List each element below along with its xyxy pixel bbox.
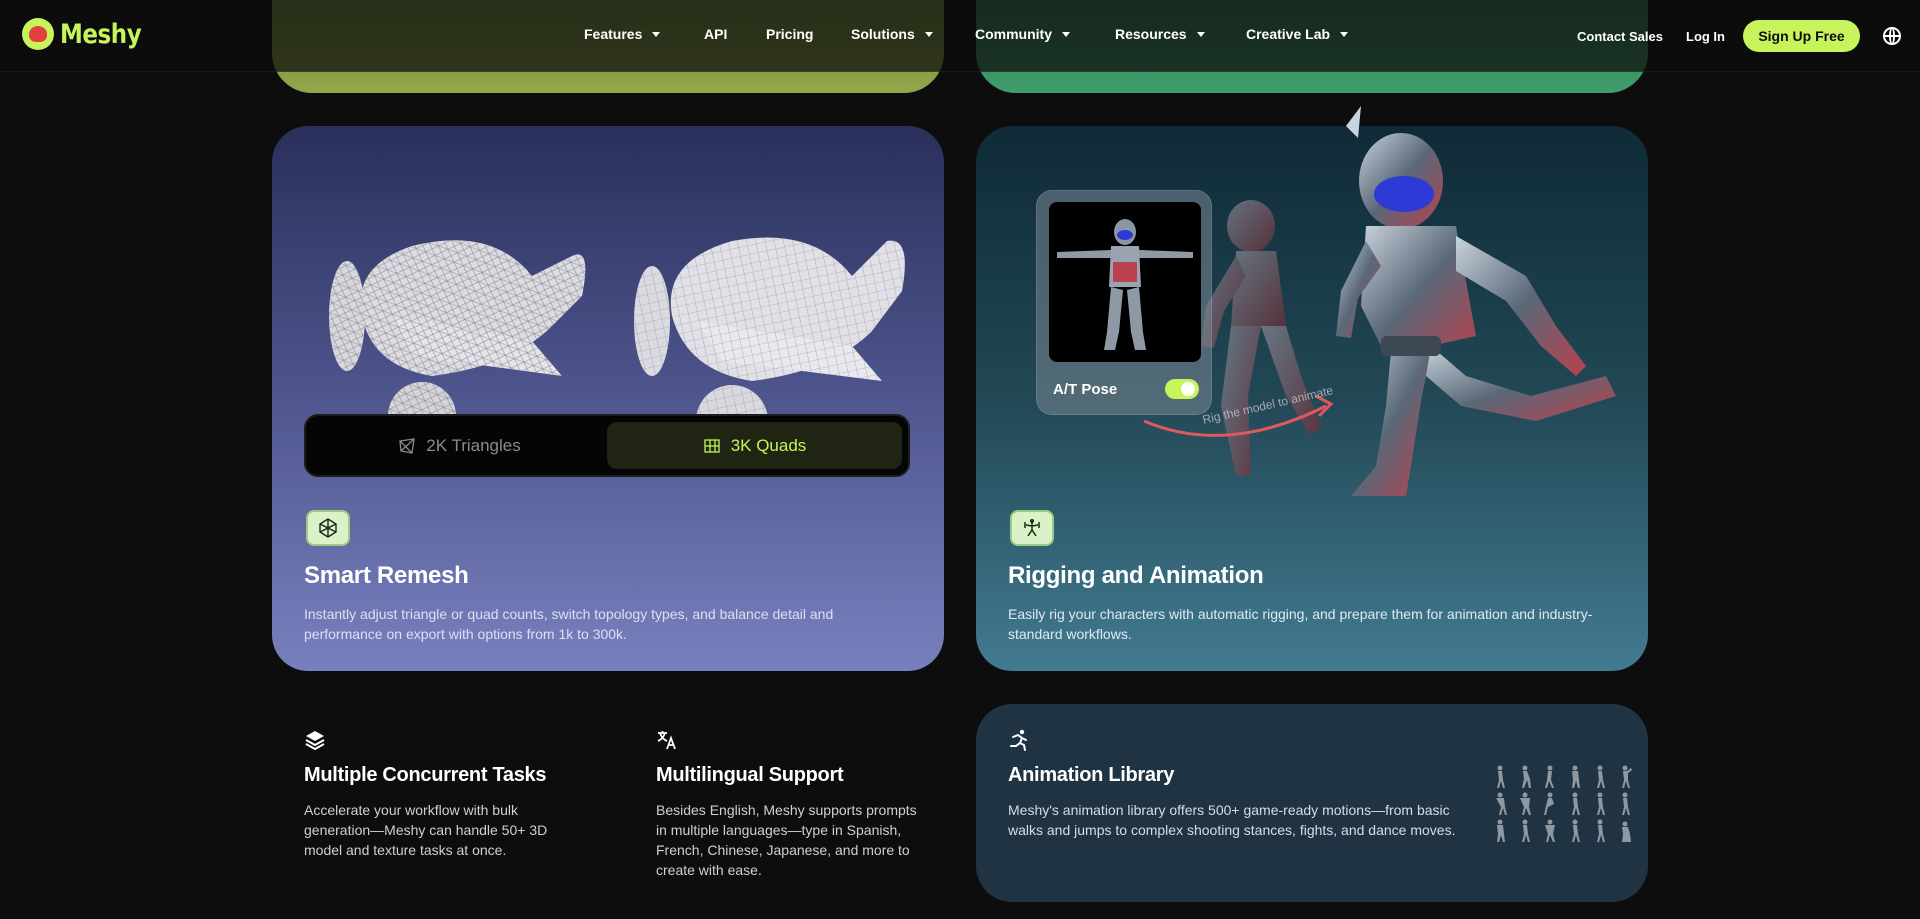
rigging-icon xyxy=(1010,510,1054,546)
smart-remesh-card: 2K Triangles 3K Quads Smart Remesh Insta… xyxy=(272,126,944,671)
layers-icon xyxy=(305,731,325,751)
quads-option[interactable]: 3K Quads xyxy=(607,422,902,469)
pose-toggle-switch[interactable] xyxy=(1165,379,1199,399)
contact-sales-link[interactable]: Contact Sales xyxy=(1577,29,1663,44)
translate-icon xyxy=(657,731,676,750)
nav-item-api[interactable]: API xyxy=(704,26,727,42)
nav-item-pricing[interactable]: Pricing xyxy=(766,26,813,42)
chevron-down-icon xyxy=(652,31,661,37)
animated-robot-illustration xyxy=(1143,106,1616,496)
nav-item-label: API xyxy=(704,26,728,42)
quad-mesh-icon xyxy=(704,438,720,453)
nav-item-label: Creative Lab xyxy=(1246,26,1331,42)
nav-item-label: Pricing xyxy=(766,26,814,42)
quads-label: 3K Quads xyxy=(730,435,807,455)
chevron-down-icon xyxy=(1196,31,1205,37)
animation-library-card: Animation Library Meshy's animation libr… xyxy=(976,704,1648,902)
feature-title: Multilingual Support xyxy=(656,764,844,786)
triangles-option[interactable]: 2K Triangles xyxy=(312,422,607,469)
card-description: Meshy's animation library offers 500+ ga… xyxy=(1008,802,1456,838)
feature-description: Accelerate your workflow with bulk gener… xyxy=(304,802,548,858)
animation-poses-grid xyxy=(1496,765,1632,842)
nav-item-label: Features xyxy=(584,26,643,42)
pose-toggle-label: A/T Pose xyxy=(1053,381,1118,398)
nav-item-solutions[interactable]: Solutions xyxy=(851,26,933,42)
nav-item-resources[interactable]: Resources xyxy=(1115,26,1205,42)
chevron-down-icon xyxy=(1062,31,1070,37)
log-in-link[interactable]: Log In xyxy=(1686,29,1725,44)
card-title: Rigging and Animation xyxy=(1008,562,1264,589)
top-navigation: Meshy Features API Pricing Solutions Com… xyxy=(0,0,1920,72)
running-icon xyxy=(1010,729,1027,751)
feature-title: Multiple Concurrent Tasks xyxy=(304,764,547,786)
t-pose-robot-icon xyxy=(1057,219,1193,350)
triangle-mesh-icon xyxy=(399,437,416,454)
topology-toggle: 2K Triangles 3K Quads xyxy=(304,414,910,477)
pose-figure xyxy=(1497,765,1505,788)
triangles-label: 2K Triangles xyxy=(426,435,521,455)
card-description: Instantly adjust triangle or quad counts… xyxy=(304,606,834,642)
t-pose-preview xyxy=(1049,202,1201,362)
nav-item-label: Community xyxy=(975,26,1052,42)
nav-item-label: Resources xyxy=(1115,26,1187,42)
nav-item-community[interactable]: Community xyxy=(975,26,1070,42)
chevron-down-icon xyxy=(924,31,933,37)
chevron-down-icon xyxy=(1340,31,1349,37)
rigging-animation-card: Rig the model to animate A/T Pose Riggin… xyxy=(976,106,1648,671)
globe-icon[interactable] xyxy=(1883,27,1901,45)
card-title: Smart Remesh xyxy=(304,562,469,589)
pose-preview-panel: A/T Pose xyxy=(1036,190,1212,415)
sign-up-button[interactable]: Sign Up Free xyxy=(1743,20,1860,52)
card-description: Easily rig your characters with automati… xyxy=(1008,606,1593,642)
feature-description: Besides English, Meshy supports prompts … xyxy=(656,802,917,878)
remesh-icon xyxy=(306,510,350,546)
card-title: Animation Library xyxy=(1008,764,1175,786)
nav-item-label: Solutions xyxy=(851,26,915,42)
nav-item-creative-lab[interactable]: Creative Lab xyxy=(1246,26,1349,42)
nav-item-features[interactable]: Features xyxy=(584,26,661,42)
